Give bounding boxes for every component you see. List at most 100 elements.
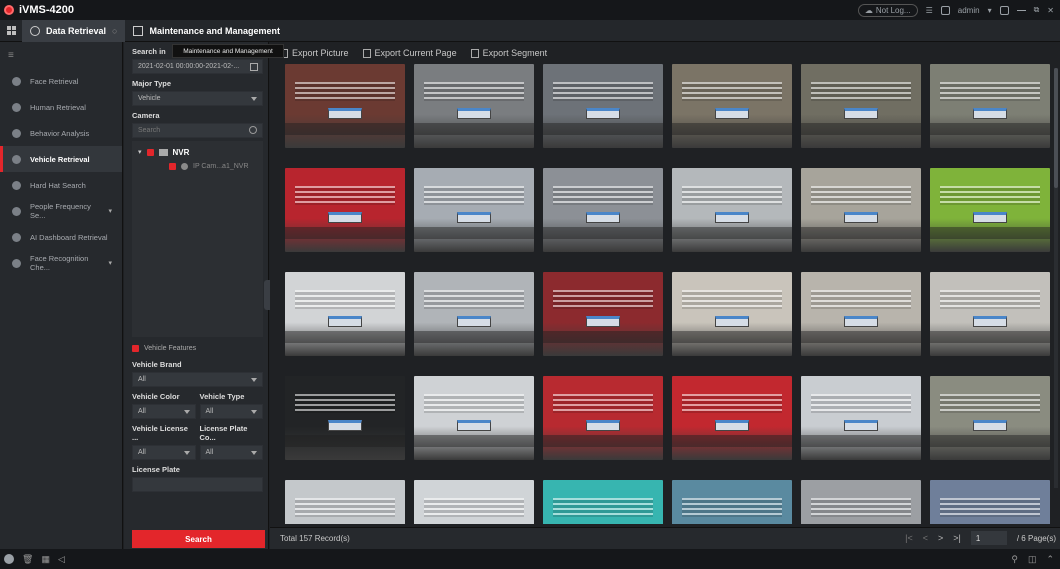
search-icon[interactable] [249, 126, 257, 134]
last-page-button[interactable]: >| [953, 533, 961, 543]
nav-item-human-retrieval[interactable]: Human Retrieval [0, 94, 122, 120]
result-thumbnail[interactable] [285, 64, 405, 148]
result-thumbnail[interactable] [930, 480, 1050, 524]
vehicle-type-select[interactable]: All [199, 404, 263, 419]
audio-icon[interactable]: ◁ [58, 554, 65, 565]
result-thumbnail[interactable] [672, 168, 792, 252]
chevron-down-icon[interactable]: ▾ [138, 148, 142, 156]
page-number-input[interactable]: 1 [970, 531, 1007, 545]
close-icon[interactable]: ✕ [1047, 6, 1054, 15]
search-button[interactable]: Search [132, 530, 265, 548]
result-thumbnail[interactable] [672, 64, 792, 148]
nav-item-people-frequency[interactable]: People Frequency Se... ▾ [0, 198, 122, 224]
result-thumbnail[interactable] [930, 168, 1050, 252]
tab-close-icon[interactable]: ○ [112, 26, 117, 36]
dropdown-arrow-icon [251, 378, 257, 382]
result-thumbnail[interactable] [285, 168, 405, 252]
result-thumbnail[interactable] [801, 376, 921, 460]
result-thumbnail[interactable] [414, 64, 534, 148]
maximize-icon[interactable]: ⧉ [1034, 5, 1040, 15]
checkbox-nvr[interactable] [146, 148, 154, 156]
collapse-panel-handle[interactable] [264, 280, 270, 310]
vehicle-grill [423, 290, 525, 309]
result-thumbnail[interactable] [543, 480, 663, 524]
time-range-field[interactable]: 2021-02-01 00:00:00-2021-02-... [132, 59, 263, 74]
result-thumbnail[interactable] [801, 272, 921, 356]
hamburger-menu-icon[interactable]: ≡ [0, 42, 122, 68]
window-icon[interactable]: ◫ [1028, 554, 1037, 565]
nav-item-ai-dashboard[interactable]: AI Dashboard Retrieval [0, 224, 122, 250]
calendar-icon[interactable] [250, 63, 258, 71]
result-thumbnail[interactable] [285, 376, 405, 460]
scrollbar-thumb[interactable] [1054, 68, 1058, 188]
result-thumbnail[interactable] [672, 272, 792, 356]
modules-grid-icon[interactable] [0, 20, 22, 42]
result-thumbnail[interactable] [801, 64, 921, 148]
result-thumbnail[interactable] [543, 272, 663, 356]
checkbox-camera[interactable] [169, 162, 176, 170]
result-thumbnail[interactable] [543, 168, 663, 252]
minimize-icon[interactable] [1016, 9, 1026, 11]
vehicle-brand-select[interactable]: All [132, 372, 263, 387]
result-thumbnail[interactable] [930, 272, 1050, 356]
hard-hat-icon [12, 180, 21, 190]
vehicle-bumper [543, 434, 663, 447]
chevron-down-icon[interactable]: ▾ [988, 6, 992, 15]
result-thumbnail[interactable] [930, 64, 1050, 148]
result-thumbnail[interactable] [414, 480, 534, 524]
plate-color-select[interactable]: All [199, 445, 263, 460]
result-thumbnail[interactable] [543, 64, 663, 148]
menu-icon[interactable]: ☰ [926, 6, 933, 15]
lock-icon[interactable] [999, 5, 1009, 15]
nav-item-behavior-analysis[interactable]: Behavior Analysis [0, 120, 122, 146]
export-segment-button[interactable]: Export Segment [470, 48, 547, 58]
major-type-select[interactable]: Vehicle [132, 91, 263, 106]
first-page-button[interactable]: |< [905, 533, 913, 543]
alarm-icon[interactable] [4, 554, 14, 564]
user-name[interactable]: admin [958, 6, 980, 15]
message-icon[interactable] [940, 5, 950, 15]
result-thumbnail[interactable] [285, 272, 405, 356]
tab-maintenance-management[interactable]: Maintenance and Management [125, 20, 288, 42]
chevron-up-icon[interactable]: ⌃ [1046, 554, 1054, 565]
export-picture-button[interactable]: Export Picture [280, 48, 349, 58]
result-thumbnail[interactable] [414, 376, 534, 460]
result-thumbnail[interactable] [672, 376, 792, 460]
result-thumbnail[interactable] [543, 376, 663, 460]
result-thumbnail[interactable] [801, 168, 921, 252]
vehicle-color-select[interactable]: All [132, 404, 196, 419]
license-plate-image [328, 419, 362, 432]
dropdown-arrow-icon [183, 410, 190, 414]
nav-item-hard-hat-search[interactable]: Hard Hat Search [0, 172, 122, 198]
checkbox-vehicle-features[interactable] [132, 344, 139, 352]
result-thumbnail[interactable] [285, 480, 405, 524]
camera-search-input[interactable]: Search [132, 123, 263, 138]
license-plate-input[interactable] [132, 477, 263, 492]
tree-node-nvr[interactable]: ▾ NVR [132, 145, 263, 159]
result-thumbnail[interactable] [801, 480, 921, 524]
nav-item-face-recognition-check[interactable]: Face Recognition Che... ▾ [0, 250, 122, 276]
login-status-button[interactable]: ☁ Not Log... [857, 3, 918, 17]
camera-search-placeholder: Search [138, 127, 161, 134]
tab-data-retrieval[interactable]: Data Retrieval ○ [22, 19, 126, 42]
delete-icon[interactable]: 🗑 [22, 554, 33, 565]
color-type-row: Vehicle Color All Vehicle Type All [132, 387, 263, 419]
pin-icon[interactable]: ⚲ [1011, 554, 1018, 565]
result-thumbnail[interactable] [414, 272, 534, 356]
result-thumbnail[interactable] [414, 168, 534, 252]
vehicle-grill [423, 394, 525, 413]
export-current-page-button[interactable]: Export Current Page [362, 48, 457, 58]
next-page-button[interactable]: > [938, 533, 943, 543]
results-scrollbar[interactable] [1054, 68, 1058, 488]
face-icon [12, 76, 21, 86]
vehicle-bumper [801, 122, 921, 135]
plate-type-select[interactable]: All [132, 445, 196, 460]
tree-node-camera[interactable]: IP Cam...a1_NVR [132, 159, 263, 173]
vehicle-features-toggle[interactable]: Vehicle Features [132, 341, 263, 355]
monitor-icon[interactable]: ▦ [41, 554, 50, 565]
nav-item-vehicle-retrieval[interactable]: Vehicle Retrieval [0, 146, 122, 172]
result-thumbnail[interactable] [930, 376, 1050, 460]
nav-item-face-retrieval[interactable]: Face Retrieval [0, 68, 122, 94]
prev-page-button[interactable]: < [923, 533, 928, 543]
result-thumbnail[interactable] [672, 480, 792, 524]
